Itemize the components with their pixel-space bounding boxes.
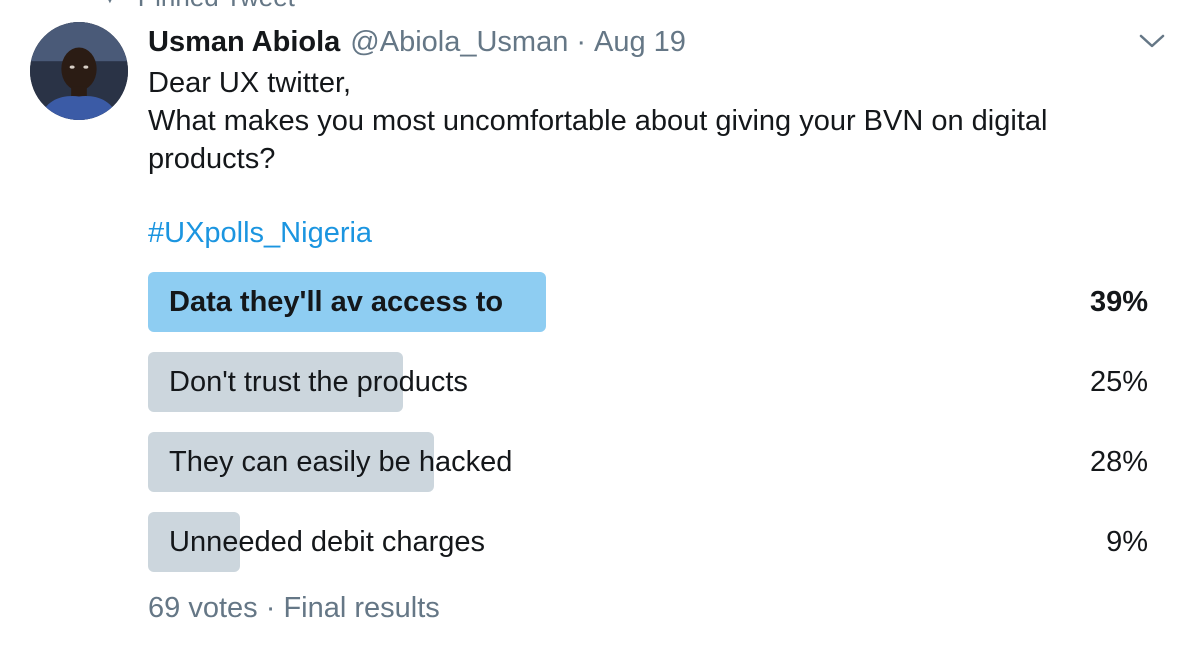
pin-icon: ▼ (100, 0, 120, 9)
poll-option-percent: 25% (1089, 366, 1148, 398)
tweet-header: Usman Abiola @Abiola_Usman · Aug 19 (148, 22, 1148, 62)
poll-option-label: They can easily be hacked (169, 445, 513, 478)
poll-footer: 69 votes · Final results (148, 592, 1148, 625)
poll-option: Data they'll av access to 39% (148, 272, 1148, 332)
poll-option-percent: 39% (1089, 286, 1148, 318)
poll-option-label: Data they'll av access to (169, 285, 504, 318)
poll: Data they'll av access to 39% Don't trus… (148, 272, 1148, 625)
poll-option-label: Unneeded debit charges (169, 525, 486, 558)
pinned-label: Pinned Tweet (138, 0, 295, 13)
avatar[interactable] (30, 22, 128, 120)
poll-option: They can easily be hacked 28% (148, 432, 1148, 492)
pinned-tweet-context: ▼ Pinned Tweet (100, 0, 295, 13)
poll-option: Don't trust the products 25% (148, 352, 1148, 412)
tweet-date[interactable]: Aug 19 (594, 22, 686, 62)
hashtag-link[interactable]: #UXpolls_Nigeria (148, 214, 1148, 252)
poll-option-percent: 28% (1089, 446, 1148, 478)
tweet-text-line: What makes you most uncomfortable about … (148, 105, 1048, 137)
poll-option: Unneeded debit charges 9% (148, 512, 1148, 572)
poll-option-percent: 9% (1106, 526, 1148, 558)
tweet-text-line: products? (148, 143, 276, 175)
poll-option-label: Don't trust the products (169, 365, 468, 398)
user-handle[interactable]: @Abiola_Usman (350, 22, 568, 62)
display-name[interactable]: Usman Abiola (148, 22, 340, 62)
tweet-text: Dear UX twitter, What makes you most unc… (148, 64, 1148, 178)
poll-footer-separator: · (265, 592, 276, 624)
poll-status: Final results (283, 592, 440, 624)
poll-vote-count: 69 votes (148, 592, 258, 624)
tweet-text-line: Dear UX twitter, (148, 67, 352, 99)
avatar-image (30, 22, 128, 120)
tweet: Usman Abiola @Abiola_Usman · Aug 19 Dear… (148, 22, 1148, 625)
header-separator: · (576, 26, 587, 58)
